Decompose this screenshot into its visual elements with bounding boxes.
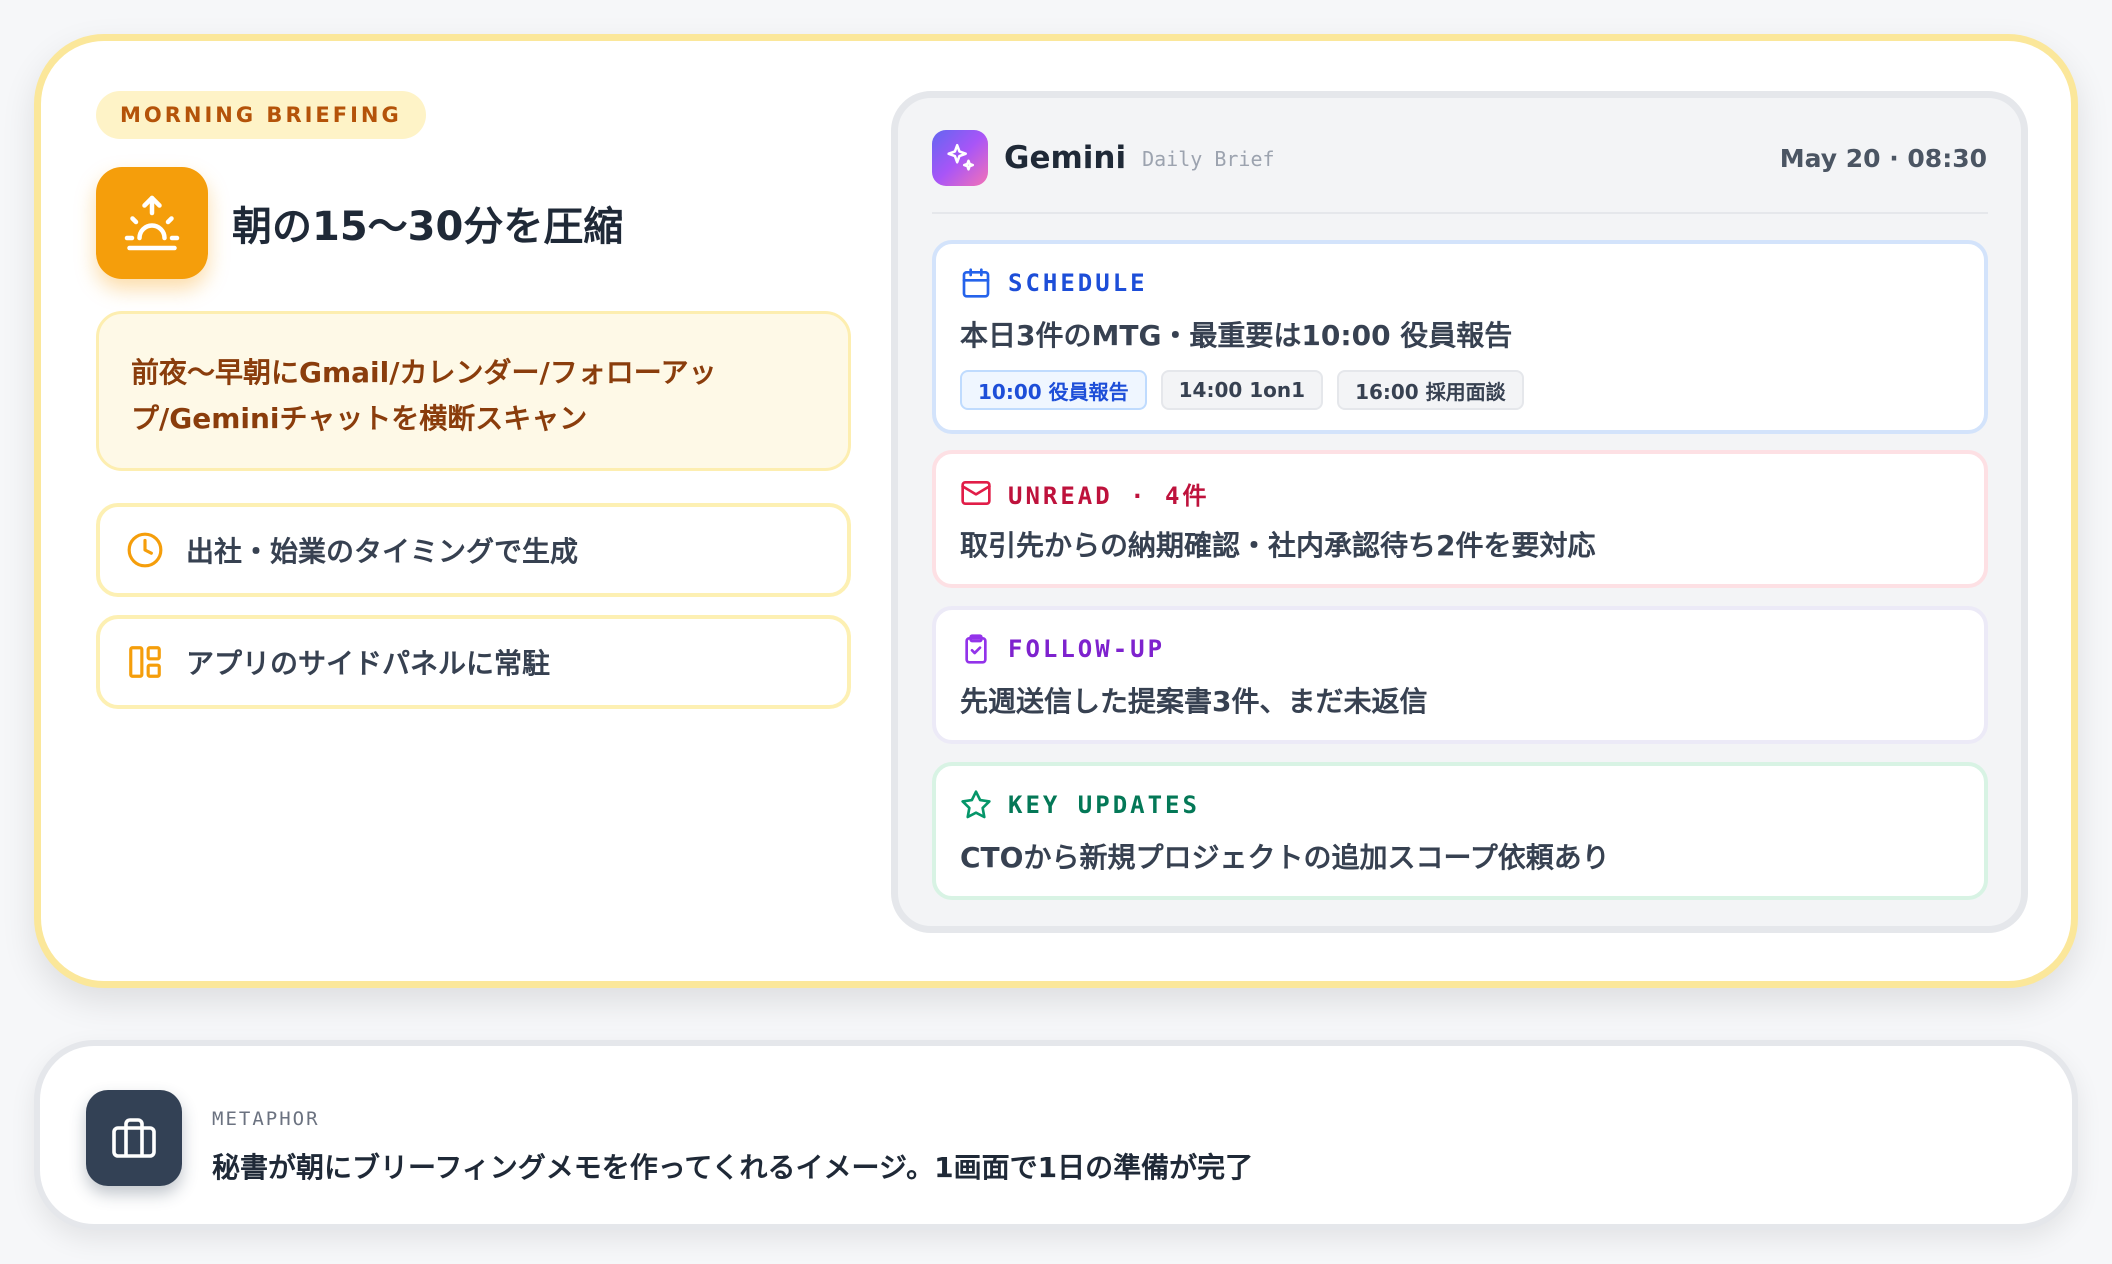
feature-label: アプリのサイドパネルに常駐: [186, 647, 551, 680]
metaphor-label: METAPHOR: [212, 1108, 320, 1130]
gemini-name: Gemini: [1004, 140, 1127, 176]
followup-card[interactable]: FOLLOW-UP 先週送信した提案書3件、まだ未返信: [932, 606, 1988, 744]
metaphor-text: 秘書が朝にブリーフィングメモを作ってくれるイメージ。1画面で1日の準備が完了: [212, 1151, 1254, 1184]
sparkle-icon: [932, 130, 988, 186]
clock-icon: [127, 532, 163, 568]
description-box: 前夜〜早朝にGmail/カレンダー/フォローアッ プ/Geminiチャットを横断…: [96, 311, 851, 471]
key-updates-card[interactable]: KEY UPDATES CTOから新規プロジェクトの追加スコープ依頼あり: [932, 762, 1988, 900]
calendar-icon: [962, 268, 990, 298]
unread-text: 取引先からの納期確認・社内承認待ち2件を要対応: [960, 529, 1596, 562]
feature-generate-timing: 出社・始業のタイミングで生成: [96, 503, 851, 597]
schedule-label: SCHEDULE: [1008, 269, 1148, 297]
followup-label: FOLLOW-UP: [1008, 635, 1166, 663]
clipboard-check-icon: [965, 634, 987, 664]
sunrise-icon: [96, 167, 208, 279]
schedule-chip[interactable]: 16:00 採用面談: [1337, 370, 1524, 410]
briefing-card: MORNING BRIEFING 朝の15〜30分を圧縮 前夜〜早朝にGmail…: [34, 34, 2078, 988]
updates-label: KEY UPDATES: [1008, 791, 1200, 819]
schedule-chip[interactable]: 14:00 1on1: [1160, 370, 1324, 410]
hero: 朝の15〜30分を圧縮: [96, 167, 851, 279]
schedule-chips: 10:00 役員報告 14:00 1on1 16:00 採用面談: [960, 370, 1960, 410]
brief-datetime: May 20 · 08:30: [1779, 143, 1987, 173]
description-line: プ/Geminiチャットを横断スキャン: [131, 402, 588, 435]
feature-side-panel: アプリのサイドパネルに常駐: [96, 615, 851, 709]
morning-briefing-badge: MORNING BRIEFING: [96, 91, 426, 139]
gemini-daily-brief-panel: Gemini Daily Brief May 20 · 08:30 SCHEDU…: [891, 91, 2028, 933]
briefcase-icon: [86, 1090, 182, 1186]
description-line: 前夜〜早朝にGmail/カレンダー/フォローアッ: [131, 356, 717, 389]
mail-icon: [961, 481, 991, 505]
panel-header: Gemini Daily Brief May 20 · 08:30: [932, 128, 1987, 188]
updates-text: CTOから新規プロジェクトの追加スコープ依頼あり: [960, 841, 1610, 874]
schedule-chip[interactable]: 10:00 役員報告: [960, 370, 1147, 410]
schedule-card[interactable]: SCHEDULE 本日3件のMTG・最重要は10:00 役員報告 10:00 役…: [932, 240, 1988, 434]
unread-label: UNREAD · 4件: [1008, 481, 1210, 510]
briefing-intro: MORNING BRIEFING 朝の15〜30分を圧縮 前夜〜早朝にGmail…: [96, 91, 851, 709]
unread-card[interactable]: UNREAD · 4件 取引先からの納期確認・社内承認待ち2件を要対応: [932, 450, 1988, 588]
star-icon: [961, 790, 991, 819]
gemini-subtitle: Daily Brief: [1142, 147, 1275, 171]
metaphor-card: METAPHOR 秘書が朝にブリーフィングメモを作ってくれるイメージ。1画面で1…: [34, 1040, 2078, 1230]
header-divider: [932, 212, 1988, 214]
feature-label: 出社・始業のタイミングで生成: [186, 535, 579, 568]
followup-text: 先週送信した提案書3件、まだ未返信: [960, 685, 1428, 718]
schedule-text: 本日3件のMTG・最重要は10:00 役員報告: [960, 319, 1513, 352]
panel-layout-icon: [129, 646, 161, 678]
hero-title: 朝の15〜30分を圧縮: [232, 204, 624, 250]
